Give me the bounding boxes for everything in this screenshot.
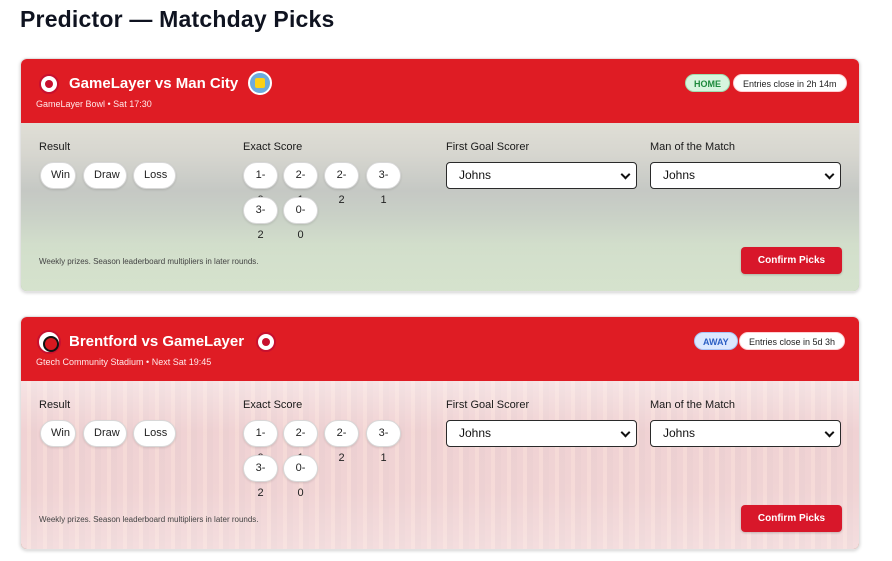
chevron-down-icon [824, 169, 835, 180]
first-goal-scorer-value: Johns [459, 426, 492, 440]
result-loss-button[interactable]: Loss [133, 420, 176, 447]
match-card-body: Result Win Draw Loss Exact Score 1-0 2-1… [21, 123, 859, 291]
first-goal-scorer-label: First Goal Scorer [446, 141, 530, 153]
man-of-the-match-select[interactable]: Johns [650, 162, 841, 189]
result-draw-button[interactable]: Draw [83, 420, 127, 447]
first-goal-scorer-label: First Goal Scorer [446, 399, 530, 411]
result-draw-button[interactable]: Draw [83, 162, 127, 189]
score-3-2-button[interactable]: 3-2 [243, 197, 278, 241]
score-1-0-button[interactable]: 1-0 [243, 420, 278, 464]
chevron-down-icon [620, 169, 631, 180]
gamelayer-crest-icon [256, 332, 276, 352]
confirm-picks-button[interactable]: Confirm Picks [741, 247, 842, 274]
confirm-picks-button[interactable]: Confirm Picks [741, 505, 842, 532]
score-0-0-button[interactable]: 0-0 [283, 455, 318, 499]
prize-note: Weekly prizes. Season leaderboard multip… [39, 257, 259, 266]
match-card-body: Result Win Draw Loss Exact Score 1-0 2-1… [21, 381, 859, 549]
first-goal-scorer-select[interactable]: Johns [446, 420, 637, 447]
match-title: GameLayer vs Man City [69, 75, 239, 92]
exact-score-label: Exact Score [243, 399, 303, 411]
man-of-the-match-value: Johns [663, 426, 696, 440]
entries-close-pill: Entries close in 5d 3h [739, 332, 846, 350]
score-3-2-button[interactable]: 3-2 [243, 455, 278, 499]
man-of-the-match-label: Man of the Match [650, 399, 735, 411]
chevron-down-icon [620, 427, 631, 438]
exact-score-label: Exact Score [243, 141, 303, 153]
match-subtitle: GameLayer Bowl • Sat 17:30 [36, 99, 152, 109]
entries-close-pill: Entries close in 2h 14m [733, 74, 847, 92]
gamelayer-crest-icon [39, 74, 59, 94]
score-3-1-button[interactable]: 3-1 [366, 162, 401, 206]
away-badge: AWAY [694, 332, 738, 350]
score-3-1-button[interactable]: 3-1 [366, 420, 401, 464]
score-2-1-button[interactable]: 2-1 [283, 420, 318, 464]
result-win-button[interactable]: Win [40, 162, 76, 189]
match-card: GameLayer vs Man City GameLayer Bowl • S… [20, 58, 860, 292]
result-win-button[interactable]: Win [40, 420, 76, 447]
match-card-header: Brentford vs GameLayer Gtech Community S… [21, 317, 859, 381]
score-2-1-button[interactable]: 2-1 [283, 162, 318, 206]
score-2-2-button[interactable]: 2-2 [324, 162, 359, 206]
man-city-crest-icon [248, 71, 272, 95]
chevron-down-icon [824, 427, 835, 438]
man-of-the-match-label: Man of the Match [650, 141, 735, 153]
home-badge: HOME [685, 74, 730, 92]
score-0-0-button[interactable]: 0-0 [283, 197, 318, 241]
score-2-2-button[interactable]: 2-2 [324, 420, 359, 464]
result-label: Result [39, 141, 71, 153]
man-of-the-match-select[interactable]: Johns [650, 420, 841, 447]
score-1-0-button[interactable]: 1-0 [243, 162, 278, 206]
match-card-header: GameLayer vs Man City GameLayer Bowl • S… [21, 59, 859, 123]
match-subtitle: Gtech Community Stadium • Next Sat 19:45 [36, 357, 212, 367]
prize-note: Weekly prizes. Season leaderboard multip… [39, 515, 259, 524]
match-title: Brentford vs GameLayer [69, 333, 245, 350]
brentford-crest-icon [37, 330, 61, 354]
first-goal-scorer-value: Johns [459, 168, 492, 182]
first-goal-scorer-select[interactable]: Johns [446, 162, 637, 189]
result-loss-button[interactable]: Loss [133, 162, 176, 189]
match-card: Brentford vs GameLayer Gtech Community S… [20, 316, 860, 550]
result-label: Result [39, 399, 71, 411]
page-title: Predictor — Matchday Picks [20, 6, 335, 32]
man-of-the-match-value: Johns [663, 168, 696, 182]
